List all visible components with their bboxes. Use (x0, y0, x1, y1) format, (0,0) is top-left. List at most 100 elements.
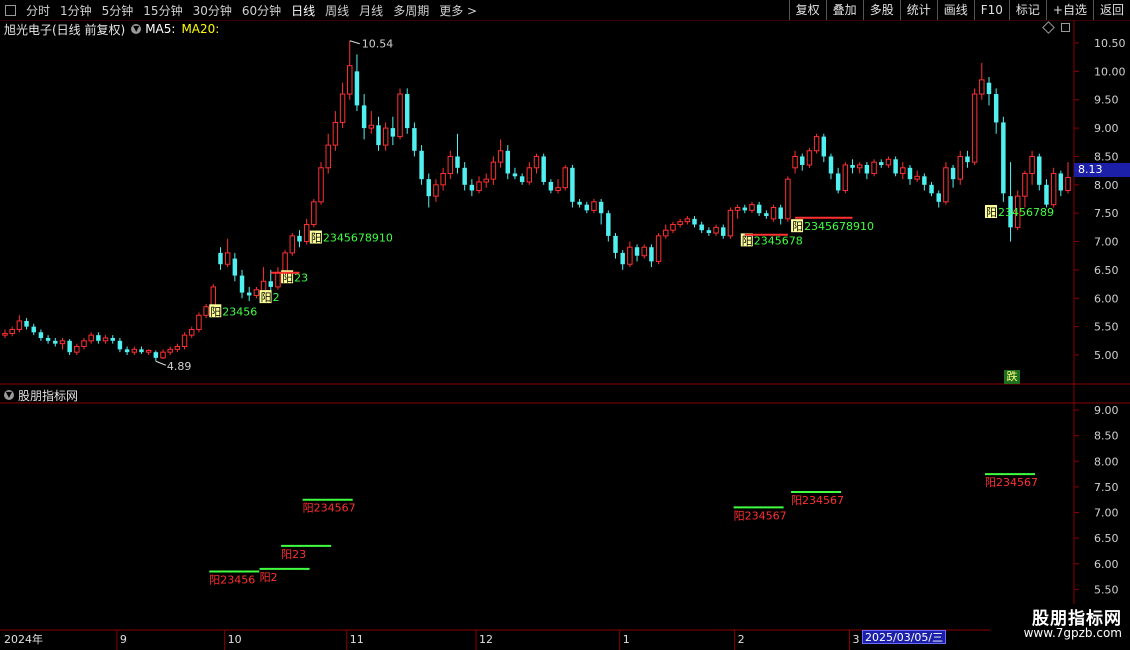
yang-char: 阳 (986, 206, 997, 219)
candle-body (965, 156, 970, 163)
price-tick-label: 6.50 (1094, 264, 1119, 277)
indicator-marker-label: 阳234567 (734, 509, 787, 522)
main-marker-label: 2345678910 (804, 220, 874, 233)
candle-body (181, 334, 188, 347)
candle-body (670, 224, 676, 231)
x-axis-label: 2 (738, 633, 745, 646)
x-axis-label: 10 (228, 633, 242, 646)
x-axis-label: 1 (623, 633, 630, 646)
candle-body (59, 340, 66, 345)
yang-char: 阳 (792, 220, 803, 233)
indicator-marker-label: 阳234567 (985, 476, 1038, 489)
candle-body (706, 230, 712, 234)
price-tick-label: 6.00 (1094, 292, 1119, 305)
candle-body (239, 275, 245, 293)
candlestick-chart[interactable]: 10.50 10.00 9.50 9.00 8.50 8.00 7.50 7.00 6.50 6.… (0, 0, 1130, 650)
x-axis-label: 3 (853, 633, 860, 646)
indicator-title-bar: ▼ 股朋指标网 (0, 387, 78, 403)
high-pointer (349, 40, 360, 45)
candle-body (598, 201, 604, 214)
price-tick-label: 9.50 (1094, 94, 1119, 107)
candle-body (655, 235, 662, 262)
candle-body (24, 320, 29, 327)
candle-body (368, 124, 375, 129)
candle-body (174, 345, 181, 350)
indicator-tick-label: 6.50 (1094, 532, 1119, 545)
indicator-tick-label: 6.00 (1094, 558, 1119, 571)
candle-body (541, 156, 546, 182)
yang-char: 阳 (311, 232, 322, 245)
price-tick-label: 10.50 (1094, 37, 1126, 50)
indicator-marker-label: 阳23456 (209, 573, 255, 586)
x-axis-label: 9 (120, 633, 127, 646)
candle-body (2, 332, 8, 336)
candle-body (800, 156, 805, 165)
candle-body (45, 337, 51, 341)
main-marker-label: 23456789 (998, 206, 1054, 219)
indicator-tick-label: 9.00 (1094, 404, 1119, 417)
candle-body (81, 340, 87, 347)
candle-body (613, 235, 618, 253)
candle-body (246, 292, 252, 296)
candle-body (555, 187, 561, 191)
candle-body (490, 161, 497, 180)
candle-body (764, 213, 769, 217)
candle-body (139, 349, 144, 353)
candle-body (584, 204, 590, 211)
candle-body (721, 227, 726, 236)
candle-body (469, 184, 475, 191)
candle-body (806, 150, 813, 166)
candle-body (835, 173, 841, 191)
yang-char: 阳 (210, 305, 221, 318)
candle-body (376, 125, 381, 146)
candle-body (692, 218, 697, 225)
candle-body (879, 162, 884, 165)
candle-body (397, 93, 403, 138)
candle-body (620, 252, 625, 265)
candle-body (483, 178, 489, 183)
candle-body (922, 176, 927, 185)
candle-body (462, 167, 467, 185)
candle-body (943, 167, 949, 203)
candle-body (311, 201, 317, 226)
candle-body (785, 178, 791, 220)
candle-body (627, 246, 633, 265)
candle-body (1044, 184, 1049, 205)
price-tick-label: 8.00 (1094, 179, 1119, 192)
candle-body (986, 82, 992, 95)
candle-body (756, 204, 762, 214)
candle-body (742, 207, 748, 211)
indicator-marker-label: 阳234567 (303, 502, 356, 515)
candle-body (734, 207, 741, 211)
candle-body (189, 328, 195, 336)
indicator-marker-label: 阳234567 (791, 494, 844, 507)
candle-body (957, 155, 963, 180)
candle-body (124, 349, 130, 353)
candle-body (634, 247, 640, 256)
candle-body (88, 334, 94, 342)
candle-body (9, 328, 15, 334)
candle-body (455, 156, 460, 168)
candle-body (268, 281, 273, 287)
candle-body (67, 340, 72, 353)
candle-body (914, 175, 920, 180)
candle-body (53, 340, 58, 344)
price-tick-label: 8.50 (1094, 150, 1119, 163)
candle-body (447, 155, 454, 174)
candle-body (196, 314, 202, 330)
indicator-tick-label: 8.00 (1094, 455, 1119, 468)
candle-body (347, 65, 353, 95)
candle-body (476, 181, 482, 191)
price-tick-label: 5.50 (1094, 321, 1119, 334)
candle-body (663, 229, 669, 237)
candle-body (210, 286, 217, 308)
candle-body (31, 326, 36, 333)
candle-body (577, 201, 582, 205)
candle-body (153, 352, 159, 358)
candle-body (303, 224, 310, 243)
current-price-tag: 8.13 (1074, 163, 1130, 177)
indicator-marker-label: 阳23 (281, 548, 306, 561)
chevron-down-icon[interactable]: ▼ (4, 390, 14, 400)
candle-body (871, 161, 877, 174)
candle-body (275, 272, 281, 288)
